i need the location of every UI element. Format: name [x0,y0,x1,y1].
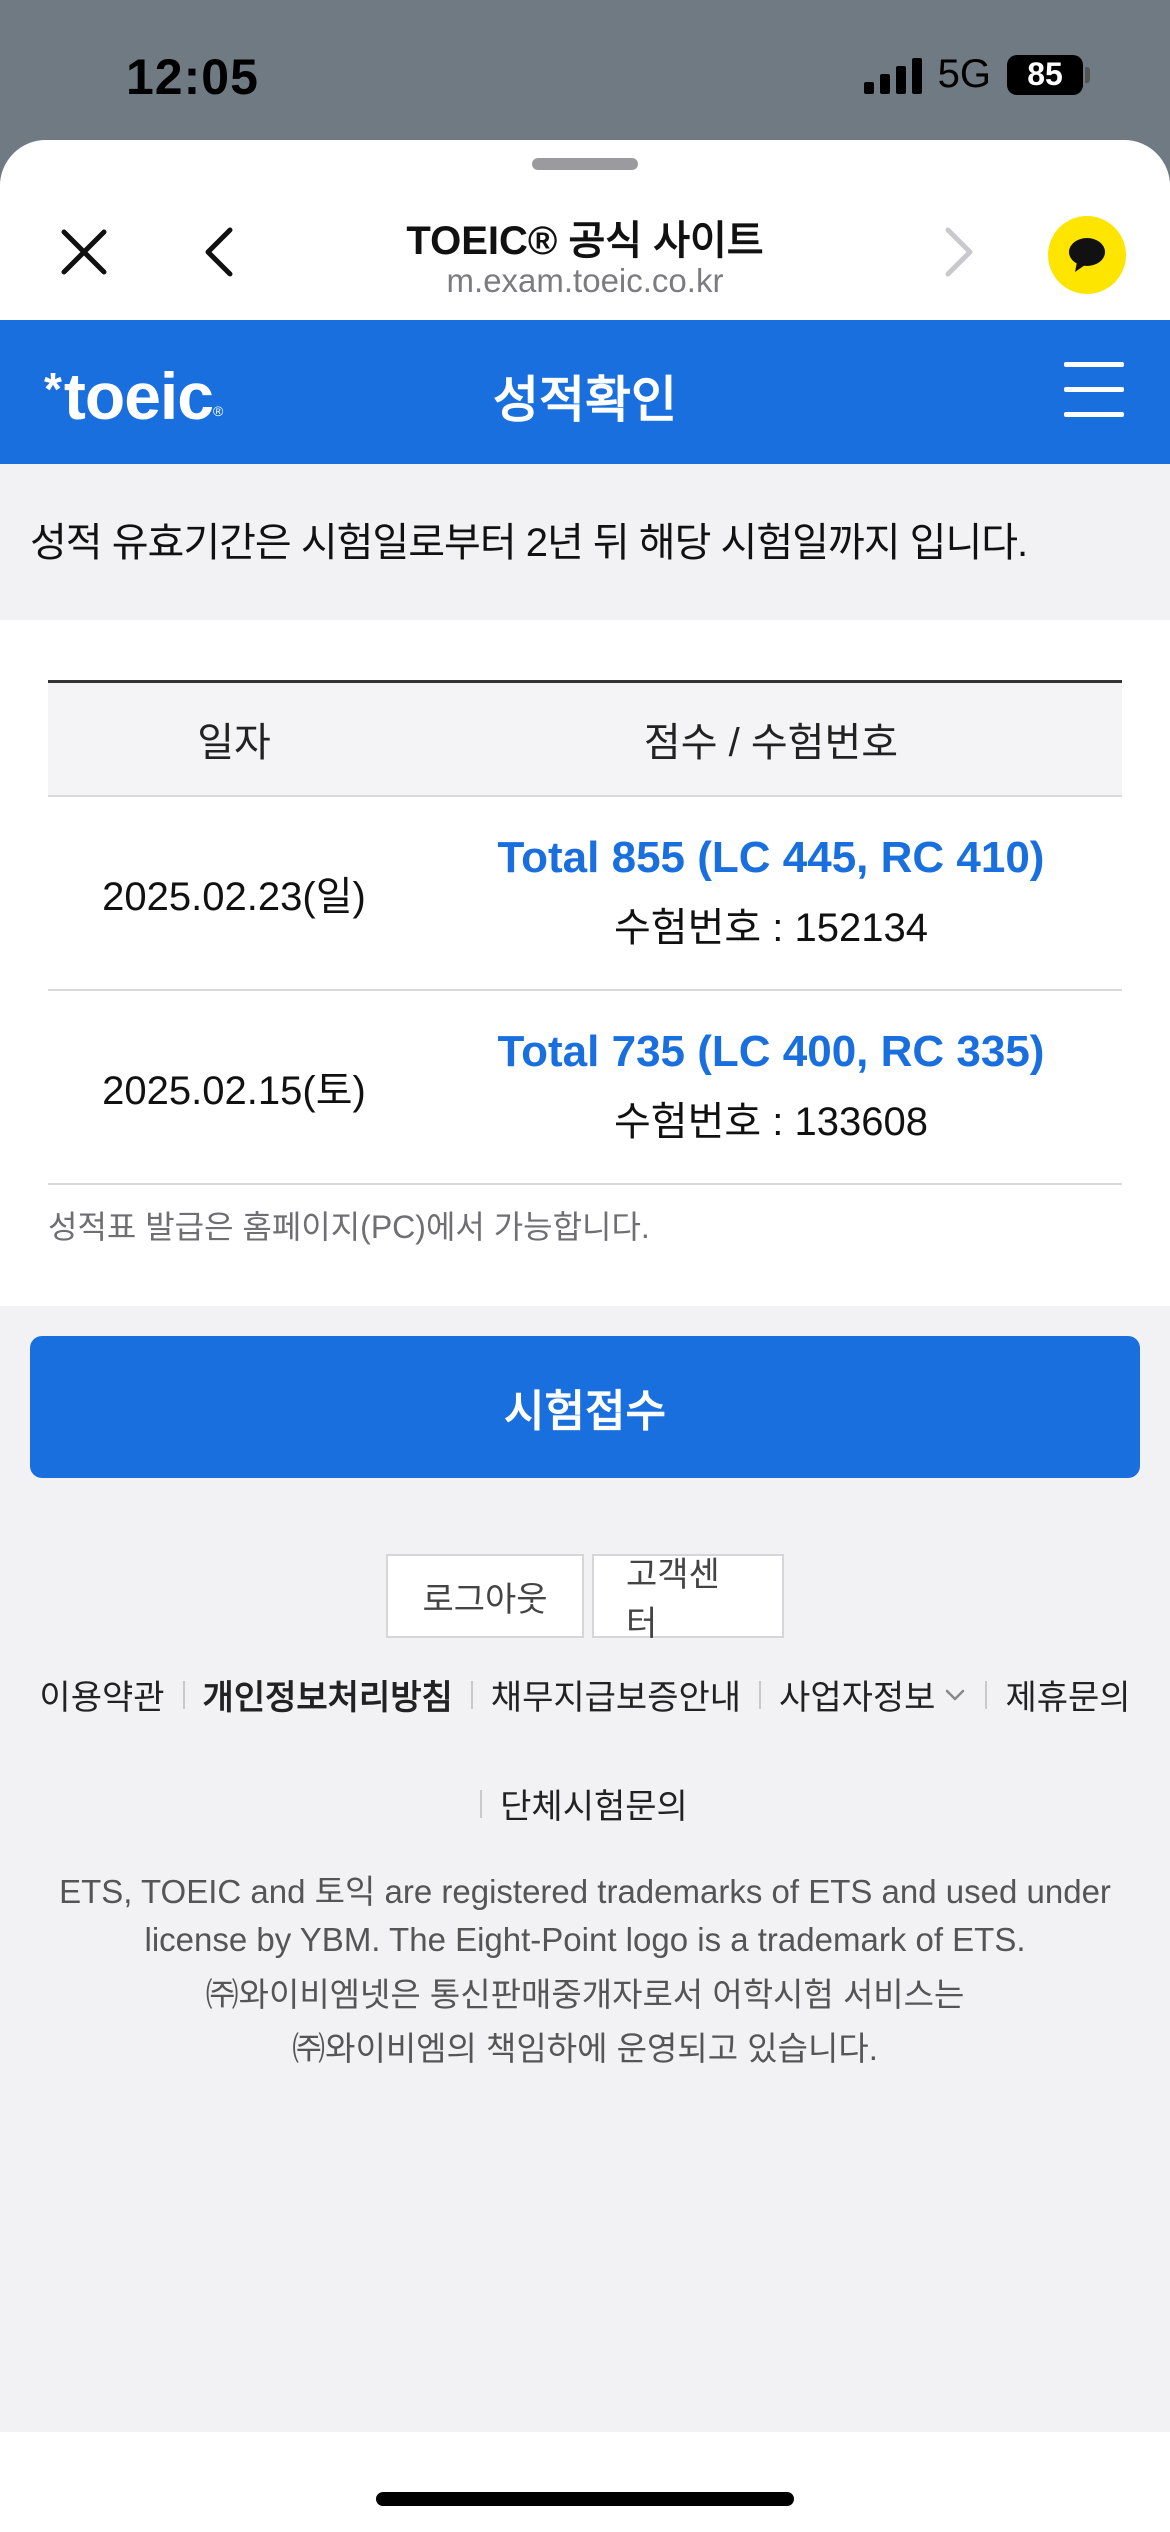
signal-icon [863,56,922,94]
divider [985,1680,988,1709]
score-total-link[interactable]: Total 855 (LC 445, RC 410) [420,833,1122,883]
scores-table: 일자 점수 / 수험번호 2025.02.23(일) Total 855 (LC… [48,680,1122,1185]
browser-sheet: TOEIC® 공식 사이트 m.exam.toeic.co.kr * toeic… [0,140,1170,2532]
footer-link-privacy[interactable]: 개인정보처리방침 [203,1670,453,1719]
footer-link-partnership[interactable]: 제휴문의 [1005,1670,1130,1719]
company-line: ㈜와이비엠의 책임하에 운영되고 있습니다. [292,2030,878,2067]
divider [480,1789,483,1818]
footer-link-label: 개인정보처리방침 [202,1679,453,1717]
status-time: 12:05 [126,49,259,105]
footer-link-terms[interactable]: 이용약관 [39,1670,164,1719]
score-total-link[interactable]: Total 735 (LC 400, RC 335) [420,1027,1122,1077]
footer-link-label: 제휴문의 [1005,1679,1131,1717]
logout-button[interactable]: 로그아웃 [386,1554,584,1638]
exam-number: 수험번호 : 133608 [613,1100,929,1144]
footer-link-label: 사업자정보 [779,1679,936,1717]
header-score: 점수 / 수험번호 [643,721,899,765]
row-score-cell: Total 855 (LC 445, RC 410) 수험번호 : 152134 [420,833,1122,953]
browser-url[interactable]: m.exam.toeic.co.kr [0,262,1170,300]
footer-link-label: 단체시험문의 [500,1788,688,1826]
forward-button[interactable] [938,224,978,280]
footer-link-business-info[interactable]: 사업자정보 [779,1670,967,1719]
battery-level: 85 [1007,54,1083,95]
footer-buttons: 로그아웃 고객센터 [0,1554,1170,1643]
divider [759,1680,762,1709]
page-title: 성적확인 [493,372,677,428]
exam-apply-button[interactable]: 시험접수 [30,1336,1140,1478]
footer-link-label: 이용약관 [39,1679,165,1717]
table-header: 일자 점수 / 수험번호 [48,683,1122,797]
sheet-grabber[interactable] [532,158,638,170]
exam-number: 수험번호 : 152134 [613,906,929,950]
bottom-bar [0,2432,1170,2532]
trademark-line: ETS, TOEIC and 토익 are registered tradema… [59,1873,1111,1910]
home-indicator[interactable] [376,2492,794,2506]
divider [182,1680,185,1709]
trademark-notice: ETS, TOEIC and 토익 are registered tradema… [0,1868,1170,1964]
status-indicators: 5G 85 [863,52,1090,97]
status-bar: 12:05 5G 85 [0,0,1170,150]
footer-link-label: 채무지급보증안내 [490,1679,742,1717]
report-issue-note: 성적표 발급은 홈페이지(PC)에서 가능합니다. [48,1209,650,1245]
row-score-cell: Total 735 (LC 400, RC 335) 수험번호 : 133608 [420,1027,1122,1147]
footer-link-guarantee[interactable]: 채무지급보증안내 [491,1670,741,1719]
site-header: * toeic ® 성적확인 [0,320,1170,464]
validity-notice: 성적 유효기간은 시험일로부터 2년 뒤 해당 시험일까지 입니다. [0,464,1170,620]
row-date: 2025.02.15(토) [102,1069,366,1113]
validity-notice-text: 성적 유효기간은 시험일로부터 2년 뒤 해당 시험일까지 입니다. [30,521,1028,565]
browser-toolbar: TOEIC® 공식 사이트 m.exam.toeic.co.kr [0,140,1170,320]
network-type: 5G [937,52,991,96]
scores-panel: 일자 점수 / 수험번호 2025.02.23(일) Total 855 (LC… [0,620,1170,1306]
row-date: 2025.02.23(일) [102,875,366,919]
header-date: 일자 [197,721,271,765]
kakaotalk-share-button[interactable] [1048,216,1126,294]
footer-link-group-exam[interactable]: 단체시험문의 [500,1779,688,1828]
table-row: 2025.02.23(일) Total 855 (LC 445, RC 410)… [48,797,1122,991]
company-line: ㈜와이비엠넷은 통신판매중개자로서 어학시험 서비스는 [205,1976,965,2013]
divider [470,1680,473,1709]
battery-icon: 85 [1007,54,1090,95]
customer-center-button[interactable]: 고객센터 [592,1554,784,1643]
chevron-down-icon [946,1689,965,1700]
speech-bubble-icon [1069,238,1105,272]
company-notice: ㈜와이비엠넷은 통신판매중개자로서 어학시험 서비스는 ㈜와이비엠의 책임하에 … [0,1968,1170,2076]
hamburger-menu-button[interactable] [1064,362,1124,420]
table-row: 2025.02.15(토) Total 735 (LC 400, RC 335)… [48,991,1122,1185]
chevron-right-icon [945,227,973,277]
footer-links: 이용약관 개인정보처리방침 채무지급보증안내 사업자정보 제휴문의 단체시험문의 [20,1670,1150,1828]
browser-page-title: TOEIC® 공식 사이트 [406,219,764,263]
trademark-line: license by YBM. The Eight-Point logo is … [144,1921,1026,1958]
